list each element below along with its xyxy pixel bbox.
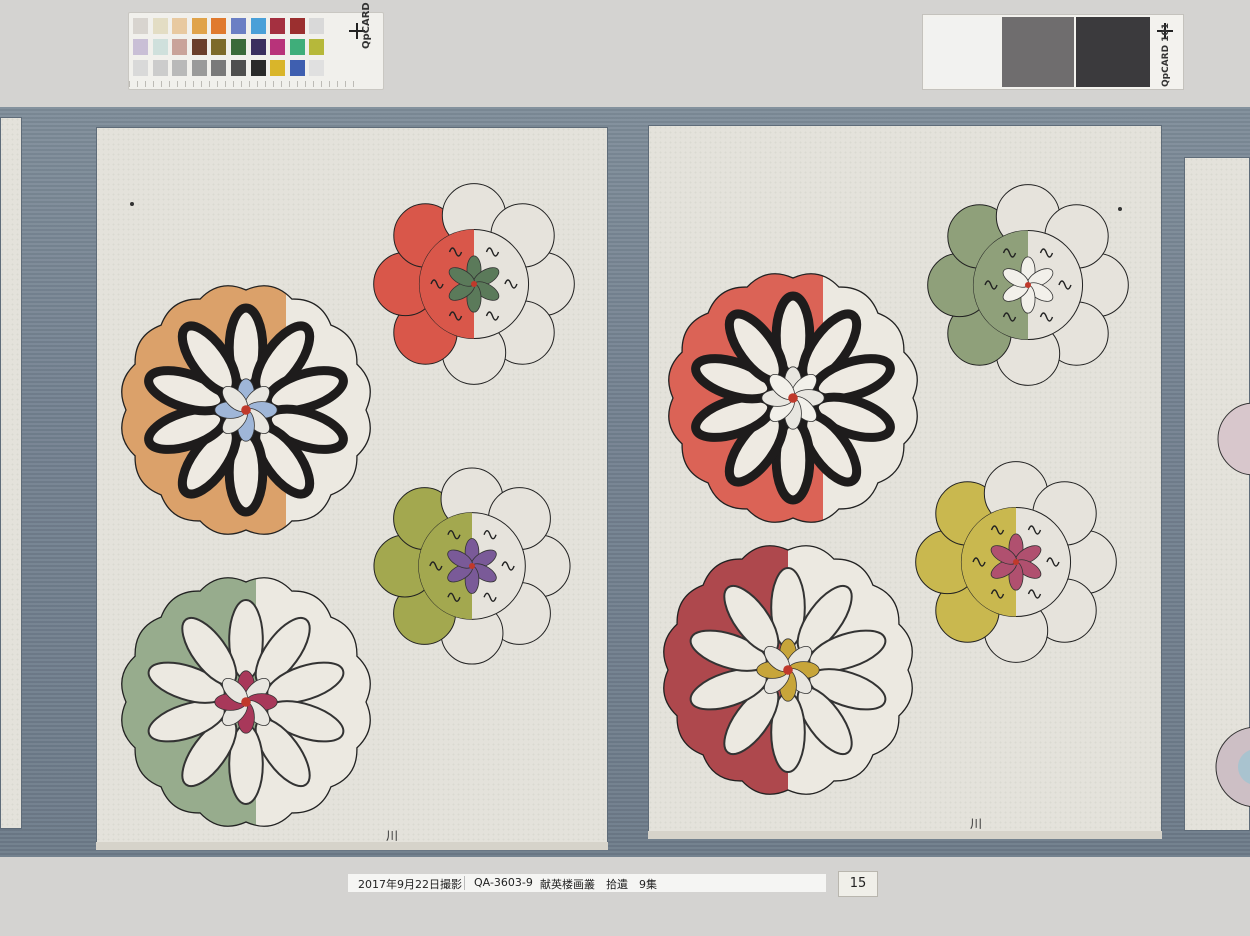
sheet-2: 川	[648, 125, 1162, 839]
crest-center	[241, 697, 251, 707]
sheet-1: 川	[96, 127, 608, 850]
ruler-scale	[129, 81, 359, 87]
crest-center	[241, 405, 251, 415]
color-swatch	[231, 60, 246, 76]
sheet-1-drawings	[121, 183, 575, 827]
color-swatch	[309, 18, 325, 34]
crest-center	[471, 281, 477, 287]
color-swatch	[289, 39, 305, 55]
color-swatch	[191, 60, 207, 76]
sheet-mark: 川	[386, 829, 399, 843]
color-swatch	[152, 60, 168, 76]
crest-center	[1025, 282, 1031, 288]
sheet-partial-left	[0, 117, 22, 829]
gray-calibration-card: QpCARD 101	[922, 14, 1184, 90]
crest-center	[1013, 559, 1019, 565]
color-swatch	[211, 39, 227, 55]
color-swatch	[172, 18, 188, 34]
sheet-partial-right	[1184, 157, 1250, 831]
color-swatch	[172, 60, 188, 76]
green-crest	[121, 577, 371, 827]
photo-date: 2017年9月22日撮影	[358, 878, 462, 891]
color-swatch	[133, 60, 148, 76]
color-swatch	[211, 60, 227, 76]
ink-dot	[130, 202, 134, 206]
color-swatch	[250, 60, 266, 76]
crest-center	[783, 665, 793, 675]
crest-center	[469, 563, 475, 569]
catalog-label: 2017年9月22日撮影 QA-3603-9 献英楼画叢 拾遺 9集	[348, 874, 826, 892]
partial-crests	[1215, 402, 1250, 808]
gray-card-brand: QpCARD 101	[1161, 23, 1171, 87]
olive-small-crest	[373, 467, 571, 665]
orange-crest	[121, 285, 371, 535]
crimson-crest	[663, 545, 913, 795]
color-swatch	[191, 39, 207, 55]
sheet-2-drawings	[663, 184, 1129, 795]
work-title: 献英楼画叢 拾遺 9集	[540, 878, 657, 891]
gray-patch-dark	[1076, 17, 1150, 87]
ink-dot	[1118, 207, 1122, 211]
color-swatch	[152, 18, 168, 34]
red-small-crest	[373, 183, 575, 385]
color-card-brand: QpCARD	[361, 2, 372, 49]
color-swatch	[133, 18, 148, 34]
color-swatch	[289, 60, 305, 76]
color-swatch	[250, 39, 266, 55]
color-swatch	[211, 18, 227, 34]
gray-patch-mid	[1002, 17, 1074, 87]
color-swatch	[152, 39, 168, 55]
color-swatch	[270, 60, 286, 76]
color-swatch	[250, 18, 266, 34]
red-crest	[668, 273, 918, 523]
gray-patch-white	[925, 17, 1000, 87]
color-swatch	[231, 18, 246, 34]
color-swatch	[270, 18, 286, 34]
color-calibration-card: QpCARD	[128, 2, 384, 90]
color-swatch	[309, 39, 325, 55]
color-swatch	[191, 18, 207, 34]
page-number: 15	[838, 871, 878, 897]
catalog-number: QA-3603-9	[474, 876, 533, 889]
scroll-mount: 川 川	[0, 107, 1250, 857]
color-swatch	[289, 18, 305, 34]
color-swatch	[133, 39, 148, 55]
color-swatch	[172, 39, 188, 55]
label-separator	[464, 876, 465, 890]
sheet-mark: 川	[970, 817, 983, 831]
crest-center	[788, 393, 798, 403]
color-swatch	[309, 60, 325, 76]
color-swatch	[270, 39, 286, 55]
color-swatch	[231, 39, 246, 55]
green-small-crest	[927, 184, 1129, 386]
yellow-small-crest	[915, 461, 1117, 663]
